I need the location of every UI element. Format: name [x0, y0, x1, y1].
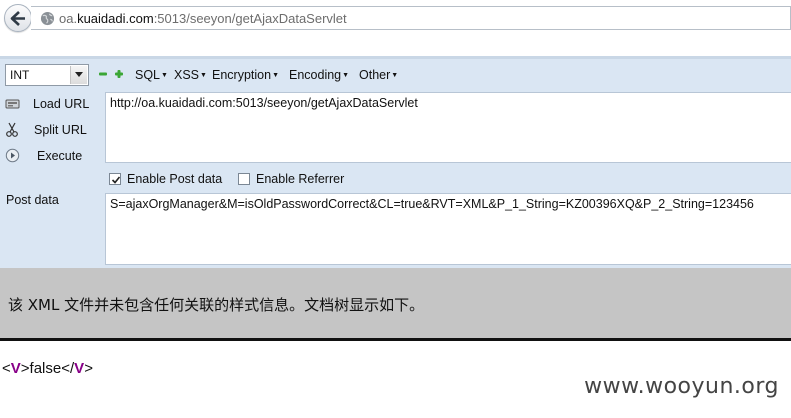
checkmark-icon [111, 176, 121, 184]
post-data-label: Post data [6, 193, 59, 207]
menu-sql[interactable]: SQL▼ [135, 68, 168, 82]
close-bracket: > [20, 360, 30, 377]
minus-icon[interactable] [98, 69, 108, 79]
post-data-value: S=ajaxOrgManager&M=isOldPasswordCorrect&… [110, 197, 754, 211]
load-url-icon [5, 99, 20, 109]
menu-other[interactable]: Other▼ [359, 68, 398, 82]
end-close-bracket: > [84, 360, 93, 377]
xml-tree-line: <V>false</V> [2, 360, 93, 377]
back-button[interactable] [4, 4, 32, 32]
execute-label: Execute [37, 149, 83, 163]
caret-icon: ▼ [342, 72, 350, 79]
caret-icon: ▼ [200, 72, 207, 79]
menu-other-label: Other [359, 68, 391, 82]
open-bracket: < [2, 360, 11, 377]
xml-info-message: 该 XML 文件并未包含任何关联的样式信息。文档树显示如下。 [8, 296, 425, 314]
url-domain: kuaidadi.com [77, 11, 154, 26]
xml-info-banner: 该 XML 文件并未包含任何关联的样式信息。文档树显示如下。 [0, 268, 791, 338]
plus-icon[interactable] [114, 69, 124, 79]
url-path: :5013/seeyon/getAjaxDataServlet [153, 11, 347, 26]
end-open-bracket: </ [61, 360, 75, 377]
address-text[interactable]: oa.kuaidadi.com:5013/seeyon/getAjaxDataS… [59, 11, 347, 26]
url-textarea[interactable]: http://oa.kuaidadi.com:5013/seeyon/getAj… [105, 92, 791, 163]
caret-icon: ▼ [391, 72, 399, 79]
url-textarea-value: http://oa.kuaidadi.com:5013/seeyon/getAj… [110, 96, 418, 110]
address-bar[interactable]: oa.kuaidadi.com:5013/seeyon/getAjaxDataS… [31, 6, 791, 30]
enable-post-label[interactable]: Enable Post data [127, 172, 222, 186]
xml-open-tag: V [10, 360, 21, 377]
menu-encoding-label: Encoding [289, 68, 342, 82]
enable-post-checkbox[interactable] [109, 173, 121, 185]
xml-close-tag: V [74, 360, 85, 377]
execute-icon [5, 148, 20, 163]
menu-sql-label: SQL [135, 68, 161, 82]
load-url-button[interactable]: Load URL [0, 92, 100, 116]
dropdown-arrow-icon[interactable] [70, 66, 87, 84]
hackbar-panel: INT SQL▼ XSS▼ Encryption▼ Encoding▼ Othe… [0, 36, 791, 268]
menu-encryption-label: Encryption [212, 68, 272, 82]
caret-icon: ▼ [272, 72, 279, 79]
browser-toolbar: oa.kuaidadi.com:5013/seeyon/getAjaxDataS… [0, 0, 791, 36]
url-prefix: oa. [59, 11, 78, 26]
xml-content: false [29, 360, 62, 377]
hackbar-divider [0, 56, 791, 59]
watermark: www.wooyun.org [584, 374, 779, 399]
post-data-textarea[interactable]: S=ajaxOrgManager&M=isOldPasswordCorrect&… [105, 193, 791, 265]
xml-divider [0, 338, 791, 341]
split-url-button[interactable]: Split URL [0, 118, 100, 142]
enable-referrer-checkbox[interactable] [238, 173, 250, 185]
type-select[interactable]: INT [5, 64, 89, 86]
caret-icon: ▼ [161, 72, 168, 79]
type-select-value: INT [10, 68, 30, 82]
menu-xss-label: XSS [174, 68, 200, 82]
menu-encoding[interactable]: Encoding▼ [289, 68, 349, 82]
scissors-icon [6, 122, 18, 137]
split-url-label: Split URL [34, 123, 87, 137]
menu-xss[interactable]: XSS▼ [174, 68, 207, 82]
back-arrow-icon [10, 11, 25, 26]
execute-button[interactable]: Execute [0, 144, 100, 168]
load-url-label: Load URL [33, 97, 90, 111]
enable-referrer-label[interactable]: Enable Referrer [256, 172, 344, 186]
hackbar-gap [0, 36, 791, 56]
globe-icon [40, 11, 55, 26]
menu-encryption[interactable]: Encryption▼ [212, 68, 279, 82]
